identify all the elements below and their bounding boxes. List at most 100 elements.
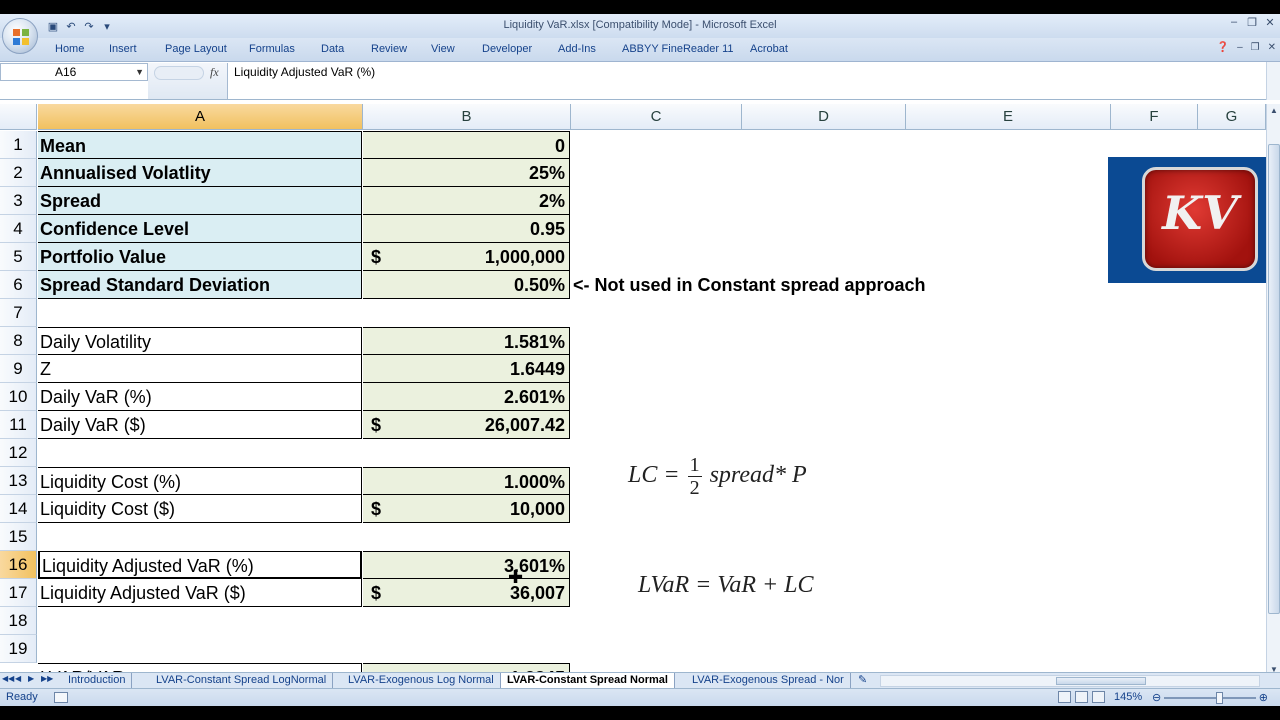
cell-b2[interactable]: 25% [363, 159, 570, 187]
zoom-in-icon[interactable]: ⊕ [1259, 691, 1268, 704]
tab-home[interactable]: Home [55, 43, 84, 55]
cell-a4[interactable]: Confidence Level [38, 215, 362, 243]
cell-b4[interactable]: 0.95 [363, 215, 570, 243]
column-header-f[interactable]: F [1111, 104, 1198, 130]
close-icon[interactable]: ✕ [1264, 16, 1276, 29]
row-header-17[interactable]: 17 [0, 579, 37, 607]
tab-abbyy[interactable]: ABBYY FineReader 11 [622, 43, 734, 55]
next-sheet-icon[interactable]: ▶ [28, 674, 38, 683]
column-header-g[interactable]: G [1198, 104, 1266, 130]
cell-a13[interactable]: Liquidity Cost (%) [38, 467, 362, 495]
cell-b10[interactable]: 2.601% [363, 383, 570, 411]
cell-a2[interactable]: Annualised Volatlity [38, 159, 362, 187]
formula-expand-button[interactable] [1266, 62, 1280, 100]
column-header-b[interactable]: B [363, 104, 571, 130]
doc-minimize-icon[interactable]: – [1237, 42, 1243, 53]
cell-a9[interactable]: Z [38, 355, 362, 383]
row-header-14[interactable]: 14 [0, 495, 37, 523]
prev-sheet-icon[interactable]: ◀ [15, 674, 25, 683]
sheet-tab-constant-lognormal[interactable]: LVAR-Constant Spread LogNormal [150, 673, 334, 688]
row-header-12[interactable]: 12 [0, 439, 37, 467]
restore-icon[interactable]: ❐ [1246, 16, 1258, 29]
select-all-corner[interactable] [0, 104, 37, 130]
cell-a17[interactable]: Liquidity Adjusted VaR ($) [38, 579, 362, 607]
first-sheet-icon[interactable]: ◀◀ [2, 674, 14, 683]
normal-view-icon[interactable] [1058, 691, 1071, 703]
cell-a10[interactable]: Daily VaR (%) [38, 383, 362, 411]
row-header-11[interactable]: 11 [0, 411, 37, 439]
row-header-4[interactable]: 4 [0, 215, 37, 243]
cell-b14[interactable]: $ 10,000 [363, 495, 570, 523]
cell-b5[interactable]: $ 1,000,000 [363, 243, 570, 271]
office-button[interactable] [2, 18, 38, 54]
tab-add-ins[interactable]: Add-Ins [558, 43, 596, 55]
insert-function-icon[interactable]: fx [210, 65, 219, 80]
zoom-knob[interactable] [1216, 692, 1223, 704]
row-header-2[interactable]: 2 [0, 159, 37, 187]
cell-b6[interactable]: 0.50% [363, 271, 570, 299]
cell-a5[interactable]: Portfolio Value [38, 243, 362, 271]
row-header-1[interactable]: 1 [0, 131, 37, 159]
cell-b8[interactable]: 1.581% [363, 327, 570, 355]
column-header-a[interactable]: A [38, 104, 363, 130]
row-header-8[interactable]: 8 [0, 327, 37, 355]
sheet-tab-introduction[interactable]: Introduction [62, 673, 133, 688]
cell-a8[interactable]: Daily Volatility [38, 327, 362, 355]
cell-b17[interactable]: $ 36,007 [363, 579, 570, 607]
row-header-10[interactable]: 10 [0, 383, 37, 411]
row-header-16[interactable]: 16 [0, 551, 37, 579]
minimize-icon[interactable]: – [1228, 16, 1240, 29]
tab-view[interactable]: View [431, 43, 455, 55]
vertical-scrollbar[interactable]: ▲ ▼ [1266, 104, 1280, 676]
row-header-5[interactable]: 5 [0, 243, 37, 271]
insert-sheet-icon[interactable]: ✎ [852, 673, 873, 688]
sheet-tab-exogenous-normal[interactable]: LVAR-Exogenous Spread - Nor [686, 673, 851, 688]
column-header-c[interactable]: C [571, 104, 742, 130]
cell-a16-active[interactable]: Liquidity Adjusted VaR (%) [38, 551, 362, 579]
kv-logo-image[interactable]: KV [1108, 157, 1266, 283]
lvar-equation[interactable]: LVaR = VaR + LC [638, 572, 814, 599]
cell-c6-note[interactable]: <- Not used in Constant spread approach [573, 271, 926, 299]
tab-insert[interactable]: Insert [109, 43, 137, 55]
macro-record-icon[interactable] [54, 692, 68, 703]
lc-equation[interactable]: LC = 1 2 spread* P [628, 454, 807, 499]
worksheet-grid[interactable]: A B C D E F G 1 2 3 4 5 6 7 8 9 10 11 12… [0, 104, 1266, 674]
zoom-out-icon[interactable]: ⊖ [1152, 691, 1161, 704]
cell-b13[interactable]: 1.000% [363, 467, 570, 495]
tab-review[interactable]: Review [371, 43, 407, 55]
formula-input[interactable]: Liquidity Adjusted VaR (%) [234, 65, 375, 79]
cell-a3[interactable]: Spread [38, 187, 362, 215]
doc-close-icon[interactable]: ✕ [1268, 42, 1276, 53]
row-header-3[interactable]: 3 [0, 187, 37, 215]
page-layout-view-icon[interactable] [1075, 691, 1088, 703]
last-sheet-icon[interactable]: ▶▶ [41, 674, 53, 683]
row-header-18[interactable]: 18 [0, 607, 37, 635]
row-header-6[interactable]: 6 [0, 271, 37, 299]
page-break-view-icon[interactable] [1092, 691, 1105, 703]
tab-page-layout[interactable]: Page Layout [165, 43, 227, 55]
cell-a6[interactable]: Spread Standard Deviation [38, 271, 362, 299]
cell-a1[interactable]: Mean [38, 131, 362, 159]
cell-a14[interactable]: Liquidity Cost ($) [38, 495, 362, 523]
doc-restore-icon[interactable]: ❐ [1251, 42, 1260, 53]
cell-b16[interactable]: 3.601% [363, 551, 570, 579]
cell-a11[interactable]: Daily VaR ($) [38, 411, 362, 439]
column-header-d[interactable]: D [742, 104, 906, 130]
sheet-tab-constant-normal[interactable]: LVAR-Constant Spread Normal [500, 673, 675, 688]
horizontal-scrollbar[interactable] [880, 675, 1260, 687]
row-header-15[interactable]: 15 [0, 523, 37, 551]
zoom-level[interactable]: 145% [1114, 691, 1142, 703]
zoom-slider[interactable]: ⊖ ⊕ [1150, 692, 1270, 704]
name-box[interactable]: A16 ▼ [0, 63, 148, 81]
cell-b9[interactable]: 1.6449 [363, 355, 570, 383]
cell-b3[interactable]: 2% [363, 187, 570, 215]
name-box-dropdown-icon[interactable]: ▼ [135, 64, 144, 80]
horizontal-scroll-thumb[interactable] [1056, 677, 1146, 685]
column-header-e[interactable]: E [906, 104, 1111, 130]
help-icon[interactable]: ❓ [1217, 42, 1229, 53]
sheet-tab-exogenous-lognormal[interactable]: LVAR-Exogenous Log Normal [342, 673, 501, 688]
tab-formulas[interactable]: Formulas [249, 43, 295, 55]
tab-developer[interactable]: Developer [482, 43, 532, 55]
tab-data[interactable]: Data [321, 43, 344, 55]
formula-grip[interactable] [154, 66, 204, 80]
